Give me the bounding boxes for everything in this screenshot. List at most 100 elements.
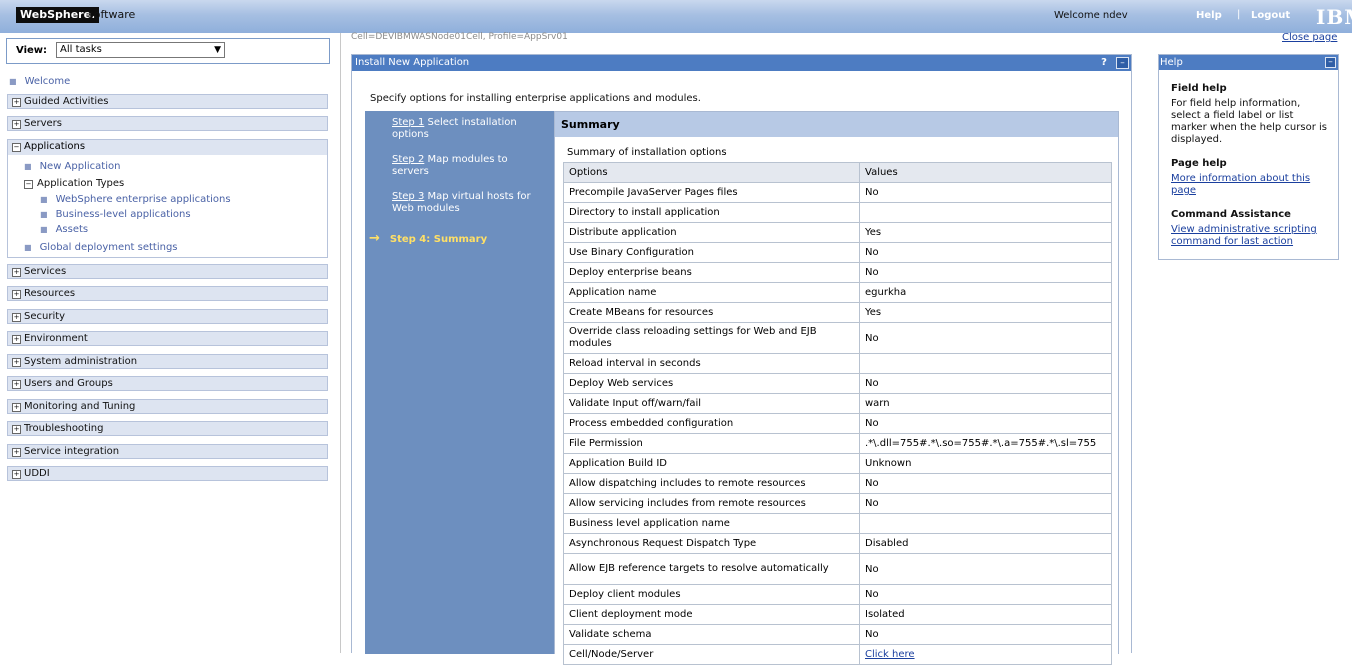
- nav-category-label: Environment: [24, 333, 88, 344]
- table-row: Business level application name: [563, 513, 1112, 534]
- nav-new-application-link[interactable]: ■ New Application: [24, 161, 120, 172]
- nav-welcome-label: Welcome: [24, 76, 71, 87]
- intro-text: Specify options for installing enterpris…: [370, 93, 701, 104]
- command-assistance-link[interactable]: View administrative scripting command fo…: [1171, 224, 1331, 248]
- nav-business-level-apps-link[interactable]: ■ Business-level applications: [40, 209, 191, 220]
- nav-category-troubleshooting[interactable]: + Troubleshooting: [7, 421, 328, 436]
- nav-category-monitoring-and-tuning[interactable]: + Monitoring and Tuning: [7, 399, 328, 414]
- nav-category-guided-activities[interactable]: + Guided Activities: [7, 94, 328, 109]
- value-cell: No: [859, 493, 1112, 514]
- wizard-step-4-current: → Step 4: Summary: [369, 231, 487, 246]
- nav-application-types-label: Application Types: [37, 178, 125, 189]
- column-header-options: Options: [563, 162, 860, 183]
- table-row: Directory to install application: [563, 202, 1112, 223]
- page-help-link[interactable]: More information about this page: [1171, 173, 1331, 197]
- option-cell: Distribute application: [563, 222, 860, 243]
- table-row: Use Binary Configuration No: [563, 242, 1112, 263]
- bullet-icon: ■: [40, 210, 48, 219]
- step-1-link[interactable]: Step 1: [392, 117, 424, 128]
- option-cell: Application Build ID: [563, 453, 860, 474]
- option-cell: Process embedded configuration: [563, 413, 860, 434]
- logout-link[interactable]: Logout: [1251, 10, 1290, 21]
- nav-category-services[interactable]: + Services: [7, 264, 328, 279]
- table-row: Precompile JavaServer Pages files No: [563, 182, 1112, 203]
- wizard-step-3: Step 3 Map virtual hosts for Web modules: [392, 191, 542, 215]
- nav-category-users-and-groups[interactable]: + Users and Groups: [7, 376, 328, 391]
- nav-category-system-administration[interactable]: + System administration: [7, 354, 328, 369]
- nav-category-label: Servers: [24, 118, 63, 129]
- wizard-step-2: Step 2 Map modules to servers: [392, 154, 542, 178]
- option-cell: Client deployment mode: [563, 604, 860, 625]
- install-application-panel: Install New Application ? – Specify opti…: [351, 54, 1132, 665]
- value-cell: No: [859, 182, 1112, 203]
- expand-icon: +: [12, 290, 21, 299]
- view-filter: View: All tasks ▼: [6, 38, 330, 64]
- help-title: Help: [1160, 57, 1183, 68]
- table-row: Deploy enterprise beans No: [563, 262, 1112, 283]
- step-2-link[interactable]: Step 2: [392, 154, 424, 165]
- nav-welcome-link[interactable]: ■ Welcome: [9, 76, 70, 87]
- minimize-icon[interactable]: –: [1116, 57, 1129, 69]
- table-row: Validate schema No: [563, 624, 1112, 645]
- table-row: Allow servicing includes from remote res…: [563, 493, 1112, 514]
- nav-global-deployment-link[interactable]: ■ Global deployment settings: [24, 242, 178, 253]
- value-cell: Yes: [859, 222, 1112, 243]
- expand-icon: +: [12, 358, 21, 367]
- current-step-arrow-icon: →: [369, 231, 380, 246]
- bullet-icon: ■: [24, 243, 32, 252]
- nav-assets-link[interactable]: ■ Assets: [40, 224, 88, 235]
- expand-icon: +: [12, 448, 21, 457]
- field-help-heading: Field help: [1171, 83, 1227, 94]
- nav-category-applications[interactable]: − Applications: [8, 140, 327, 155]
- expand-icon: +: [12, 98, 21, 107]
- table-row: Cell/Node/Server Click here: [563, 644, 1112, 665]
- close-page-link[interactable]: Close page: [1282, 32, 1337, 43]
- nav-category-resources[interactable]: + Resources: [7, 286, 328, 301]
- nav-category-label: Monitoring and Tuning: [24, 401, 136, 412]
- help-title-bar: Help –: [1159, 55, 1338, 70]
- top-banner: WebSphere. software Welcome ndev Help | …: [0, 0, 1352, 33]
- bullet-icon: ■: [40, 195, 48, 204]
- wizard-step-1: Step 1 Select installation options: [392, 117, 542, 141]
- summary-section: Summary Summary of installation options …: [554, 111, 1119, 665]
- expand-icon: +: [12, 335, 21, 344]
- command-assistance-heading: Command Assistance: [1171, 209, 1291, 220]
- nav-websphere-enterprise-apps-link[interactable]: ■ WebSphere enterprise applications: [40, 194, 231, 205]
- nav-category-label: Users and Groups: [24, 378, 113, 389]
- step-4-label: Step 4: Summary: [389, 234, 488, 245]
- nav-category-uddi[interactable]: + UDDI: [7, 466, 328, 481]
- option-cell: Allow dispatching includes to remote res…: [563, 473, 860, 494]
- step-3-link[interactable]: Step 3: [392, 191, 424, 202]
- nav-divider[interactable]: [340, 33, 341, 653]
- value-cell: Isolated: [859, 604, 1112, 625]
- table-row: Validate Input off/warn/fail warn: [563, 393, 1112, 414]
- nav-category-service-integration[interactable]: + Service integration: [7, 444, 328, 459]
- cell-profile-context: Cell=DEVIBMWASNode01Cell, Profile=AppSrv…: [351, 32, 568, 42]
- option-cell: Validate Input off/warn/fail: [563, 393, 860, 414]
- table-row: Allow EJB reference targets to resolve a…: [563, 553, 1112, 585]
- nav-category-label: Services: [24, 266, 67, 277]
- cell-node-server-link[interactable]: Click here: [865, 649, 915, 660]
- nav-category-servers[interactable]: + Servers: [7, 116, 328, 131]
- table-row: Asynchronous Request Dispatch Type Disabl…: [563, 533, 1112, 554]
- table-row: Deploy client modules No: [563, 584, 1112, 605]
- help-question-icon[interactable]: ?: [1098, 57, 1110, 69]
- option-cell: Override class reloading settings for We…: [563, 322, 860, 354]
- nav-category-label: Security: [24, 311, 66, 322]
- expand-icon: +: [12, 313, 21, 322]
- panel-title-bar: Install New Application ? –: [352, 55, 1131, 71]
- column-header-values: Values: [859, 162, 1112, 183]
- nav-category-environment[interactable]: + Environment: [7, 331, 328, 346]
- view-select[interactable]: All tasks ▼: [56, 42, 225, 58]
- minimize-icon[interactable]: –: [1325, 57, 1336, 68]
- option-cell: Deploy Web services: [563, 373, 860, 394]
- option-cell: Allow servicing includes from remote res…: [563, 493, 860, 514]
- table-row: Create MBeans for resources Yes: [563, 302, 1112, 323]
- nav-category-label: Applications: [24, 141, 86, 152]
- help-link[interactable]: Help: [1196, 10, 1222, 21]
- expand-icon: +: [12, 120, 21, 129]
- option-cell: Allow EJB reference targets to resolve a…: [563, 553, 860, 585]
- nav-category-security[interactable]: + Security: [7, 309, 328, 324]
- option-cell: Validate schema: [563, 624, 860, 645]
- nav-application-types[interactable]: − Application Types: [24, 178, 124, 189]
